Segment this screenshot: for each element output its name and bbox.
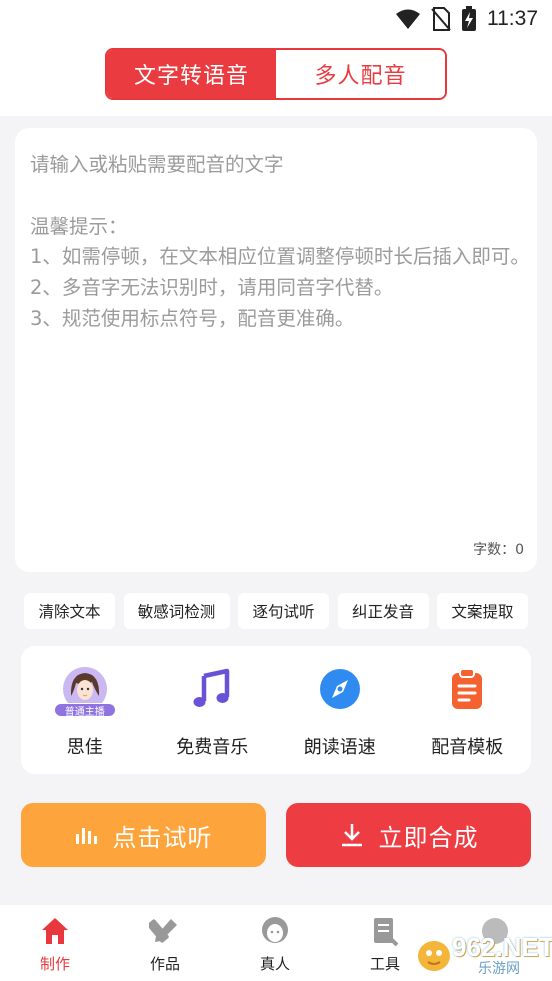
voice-anchor-item[interactable]: 普通主播 思佳 — [21, 646, 149, 774]
clear-text-button[interactable]: 清除文本 — [24, 593, 115, 629]
reading-speed-label: 朗读语速 — [303, 737, 376, 758]
watermark-mascot-icon — [418, 941, 450, 971]
editor-placeholder: 请输入或粘贴需要配音的文字 温馨提示： 1、如需停顿，在文本相应位置调整停顿时长… — [30, 153, 530, 330]
anchor-name: 思佳 — [66, 737, 103, 758]
tab-works[interactable]: 作品 — [110, 905, 220, 981]
preview-listen-label: 点击试听 — [112, 823, 213, 852]
audio-bars-icon — [75, 828, 97, 844]
char-count: 字数：0 — [473, 542, 524, 558]
status-time: 11:37 — [487, 7, 538, 30]
header: 文字转语音 多人配音 — [0, 38, 552, 116]
watermark-logo: 962.NET 乐游网 — [416, 930, 552, 977]
watermark-subtext: 乐游网 — [478, 961, 520, 977]
tab-multi-voice[interactable]: 多人配音 — [276, 50, 445, 98]
mode-switch: 文字转语音 多人配音 — [105, 48, 447, 100]
download-icon — [341, 824, 362, 847]
preview-listen-button[interactable]: 点击试听 — [21, 803, 266, 867]
clipboard-icon — [452, 668, 483, 709]
tab-real-person[interactable]: 真人 — [220, 905, 330, 981]
no-sim-icon — [431, 7, 451, 31]
tool-chips: 清除文本 敏感词检测 逐句试听 纠正发音 文案提取 — [24, 593, 528, 629]
extract-copy-button[interactable]: 文案提取 — [437, 593, 528, 629]
person-icon — [262, 917, 288, 943]
tab-make-label: 制作 — [39, 955, 70, 973]
feature-panel: 普通主播 思佳 免费音乐 朗读语速 配音模板 — [21, 646, 531, 774]
status-icons: 11:37 — [395, 6, 538, 32]
tab-works-label: 作品 — [149, 955, 180, 973]
compass-icon — [319, 669, 360, 709]
text-editor[interactable]: 请输入或粘贴需要配音的文字 温馨提示： 1、如需停顿，在文本相应位置调整停顿时长… — [15, 128, 537, 572]
dubbing-template-item[interactable]: 配音模板 — [404, 646, 532, 774]
tab-make[interactable]: 制作 — [0, 905, 110, 981]
free-music-label: 免费音乐 — [176, 737, 249, 758]
wifi-icon — [396, 9, 420, 29]
tab-text-to-speech[interactable]: 文字转语音 — [107, 50, 276, 98]
document-tool-icon — [374, 918, 399, 947]
tab-real-person-label: 真人 — [259, 955, 290, 973]
status-bar: 11:37 — [0, 0, 552, 38]
pencil-ruler-icon — [149, 919, 177, 943]
battery-charging-icon — [462, 6, 476, 31]
home-icon — [42, 918, 68, 944]
free-music-item[interactable]: 免费音乐 — [149, 646, 277, 774]
music-note-icon — [193, 668, 230, 707]
compose-now-button[interactable]: 立即合成 — [286, 803, 531, 867]
reading-speed-item[interactable]: 朗读语速 — [276, 646, 404, 774]
tab-tools-label: 工具 — [369, 955, 400, 973]
dubbing-template-label: 配音模板 — [431, 737, 504, 758]
anchor-badge: 普通主播 — [53, 703, 116, 718]
sensitive-word-check-button[interactable]: 敏感词检测 — [123, 593, 230, 629]
correct-pronunciation-button[interactable]: 纠正发音 — [337, 593, 429, 629]
sentence-preview-button[interactable]: 逐句试听 — [238, 593, 329, 629]
compose-now-label: 立即合成 — [378, 823, 479, 852]
